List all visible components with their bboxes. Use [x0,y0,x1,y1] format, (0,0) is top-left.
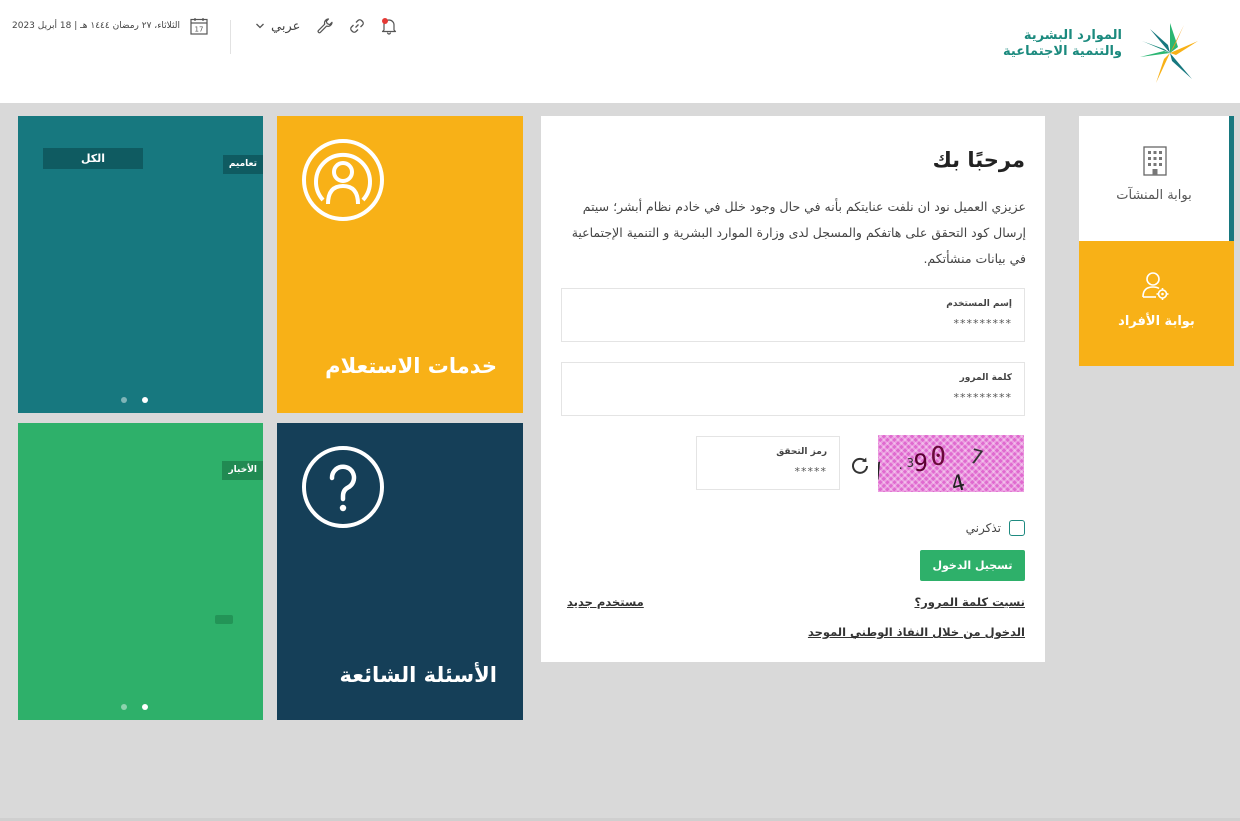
captcha-glyphs-icon: / . 3 9 0 4 7 [878,442,986,492]
captcha-image: / . 3 9 0 4 7 [878,435,1024,492]
login-button[interactable]: تسجيل الدخول [920,550,1025,581]
header: الموارد البشرية والتنمية الاجتماعية الثل… [0,0,1240,103]
logo-line-1: الموارد البشرية [1023,28,1122,43]
news-tile-circulars[interactable]: الكل تعاميم [18,116,263,413]
welcome-title: مرحبًا بك [932,148,1025,172]
username-label: إسم المستخدم [946,299,1012,309]
carousel-dot[interactable] [121,397,127,403]
username-field[interactable]: إسم المستخدم ********* [561,288,1025,342]
bell-icon[interactable] [380,17,398,35]
individuals-portal-label: بوابة الأفراد [1118,314,1195,329]
logo-star-icon [1140,23,1198,83]
small-chip [215,615,233,624]
carousel-dots [121,704,148,710]
filter-all-pill[interactable]: الكل [43,148,143,169]
news-tile-announcements[interactable]: الأخبار [18,423,263,720]
new-user-link[interactable]: مستخدم جديد [567,595,644,609]
svg-text:0: 0 [930,442,946,472]
password-field[interactable]: كلمة المرور ********* [561,362,1025,416]
logo-line-2: والتنمية الاجتماعية [1003,44,1122,59]
captcha-value[interactable]: ***** [795,465,828,478]
carousel-dot-active[interactable] [142,397,148,403]
captcha-label: رمز التحقق [776,447,827,457]
date-display: الثلاثاء، ٢٧ رمضان ١٤٤٤ هـ | 18 أبريل 20… [12,21,181,31]
svg-text:4: 4 [949,470,968,492]
faq-tile[interactable]: الأسئلة الشائعة [277,423,523,720]
inquiry-services-title: خدمات الاستعلام [325,354,497,378]
header-divider [230,20,232,54]
news-tag: الأخبار [222,461,263,480]
notification-dot [382,18,389,24]
user-broadcast-icon [302,139,384,221]
captcha-field[interactable]: رمز التحقق ***** [696,436,840,490]
question-icon [302,446,384,528]
carousel-dot[interactable] [121,704,127,710]
calendar-day: 17 [195,26,204,34]
nafath-login-link[interactable]: الدخول من خلال النفاذ الوطني الموحد [808,625,1025,639]
header-tools: الثلاثاء، ٢٧ رمضان ١٤٤٤ هـ | 18 أبريل 20… [12,14,412,54]
wrench-icon[interactable] [316,17,334,35]
remember-checkbox[interactable] [1009,520,1025,536]
svg-text:/: / [878,457,888,484]
username-value[interactable]: ********* [954,317,1013,330]
inquiry-services-tile[interactable]: خدمات الاستعلام [277,116,523,413]
intro-notice: عزيزي العميل نود ان نلفت عنايتكم بأنه في… [571,199,1026,266]
login-card: مرحبًا بك عزيزي العميل نود ان نلفت عنايت… [541,116,1045,662]
remember-label: تذكرني [965,521,1001,535]
logo-text: الموارد البشرية والتنمية الاجتماعية [1003,28,1122,60]
link-icon[interactable] [348,17,366,35]
language-selector[interactable]: عربي [255,19,300,34]
svg-text:7: 7 [968,444,986,470]
individuals-portal-tab[interactable]: بوابة الأفراد [1079,241,1234,366]
svg-text:.: . [897,459,904,472]
refresh-icon[interactable] [850,455,870,475]
establishments-portal-label: بوابة المنشآت [1116,188,1192,203]
establishments-portal-tab[interactable]: بوابة المنشآت [1079,116,1234,241]
ministry-logo[interactable]: الموارد البشرية والتنمية الاجتماعية [1003,20,1210,86]
chevron-down-icon [256,23,264,29]
building-icon [1143,146,1167,176]
remember-me[interactable]: تذكرني [966,520,1025,536]
language-label: عربي [271,18,301,34]
password-label: كلمة المرور [959,373,1012,383]
password-value[interactable]: ********* [954,391,1013,404]
calendar-icon[interactable]: 17 [190,17,208,35]
faq-title: الأسئلة الشائعة [339,663,498,687]
carousel-dot-active[interactable] [142,704,148,710]
user-gear-icon [1142,272,1169,300]
forgot-password-link[interactable]: نسيت كلمة المرور؟ [914,595,1025,609]
circulars-tag: تعاميم [222,155,263,174]
svg-text:9: 9 [914,449,928,477]
carousel-dots [121,397,148,403]
